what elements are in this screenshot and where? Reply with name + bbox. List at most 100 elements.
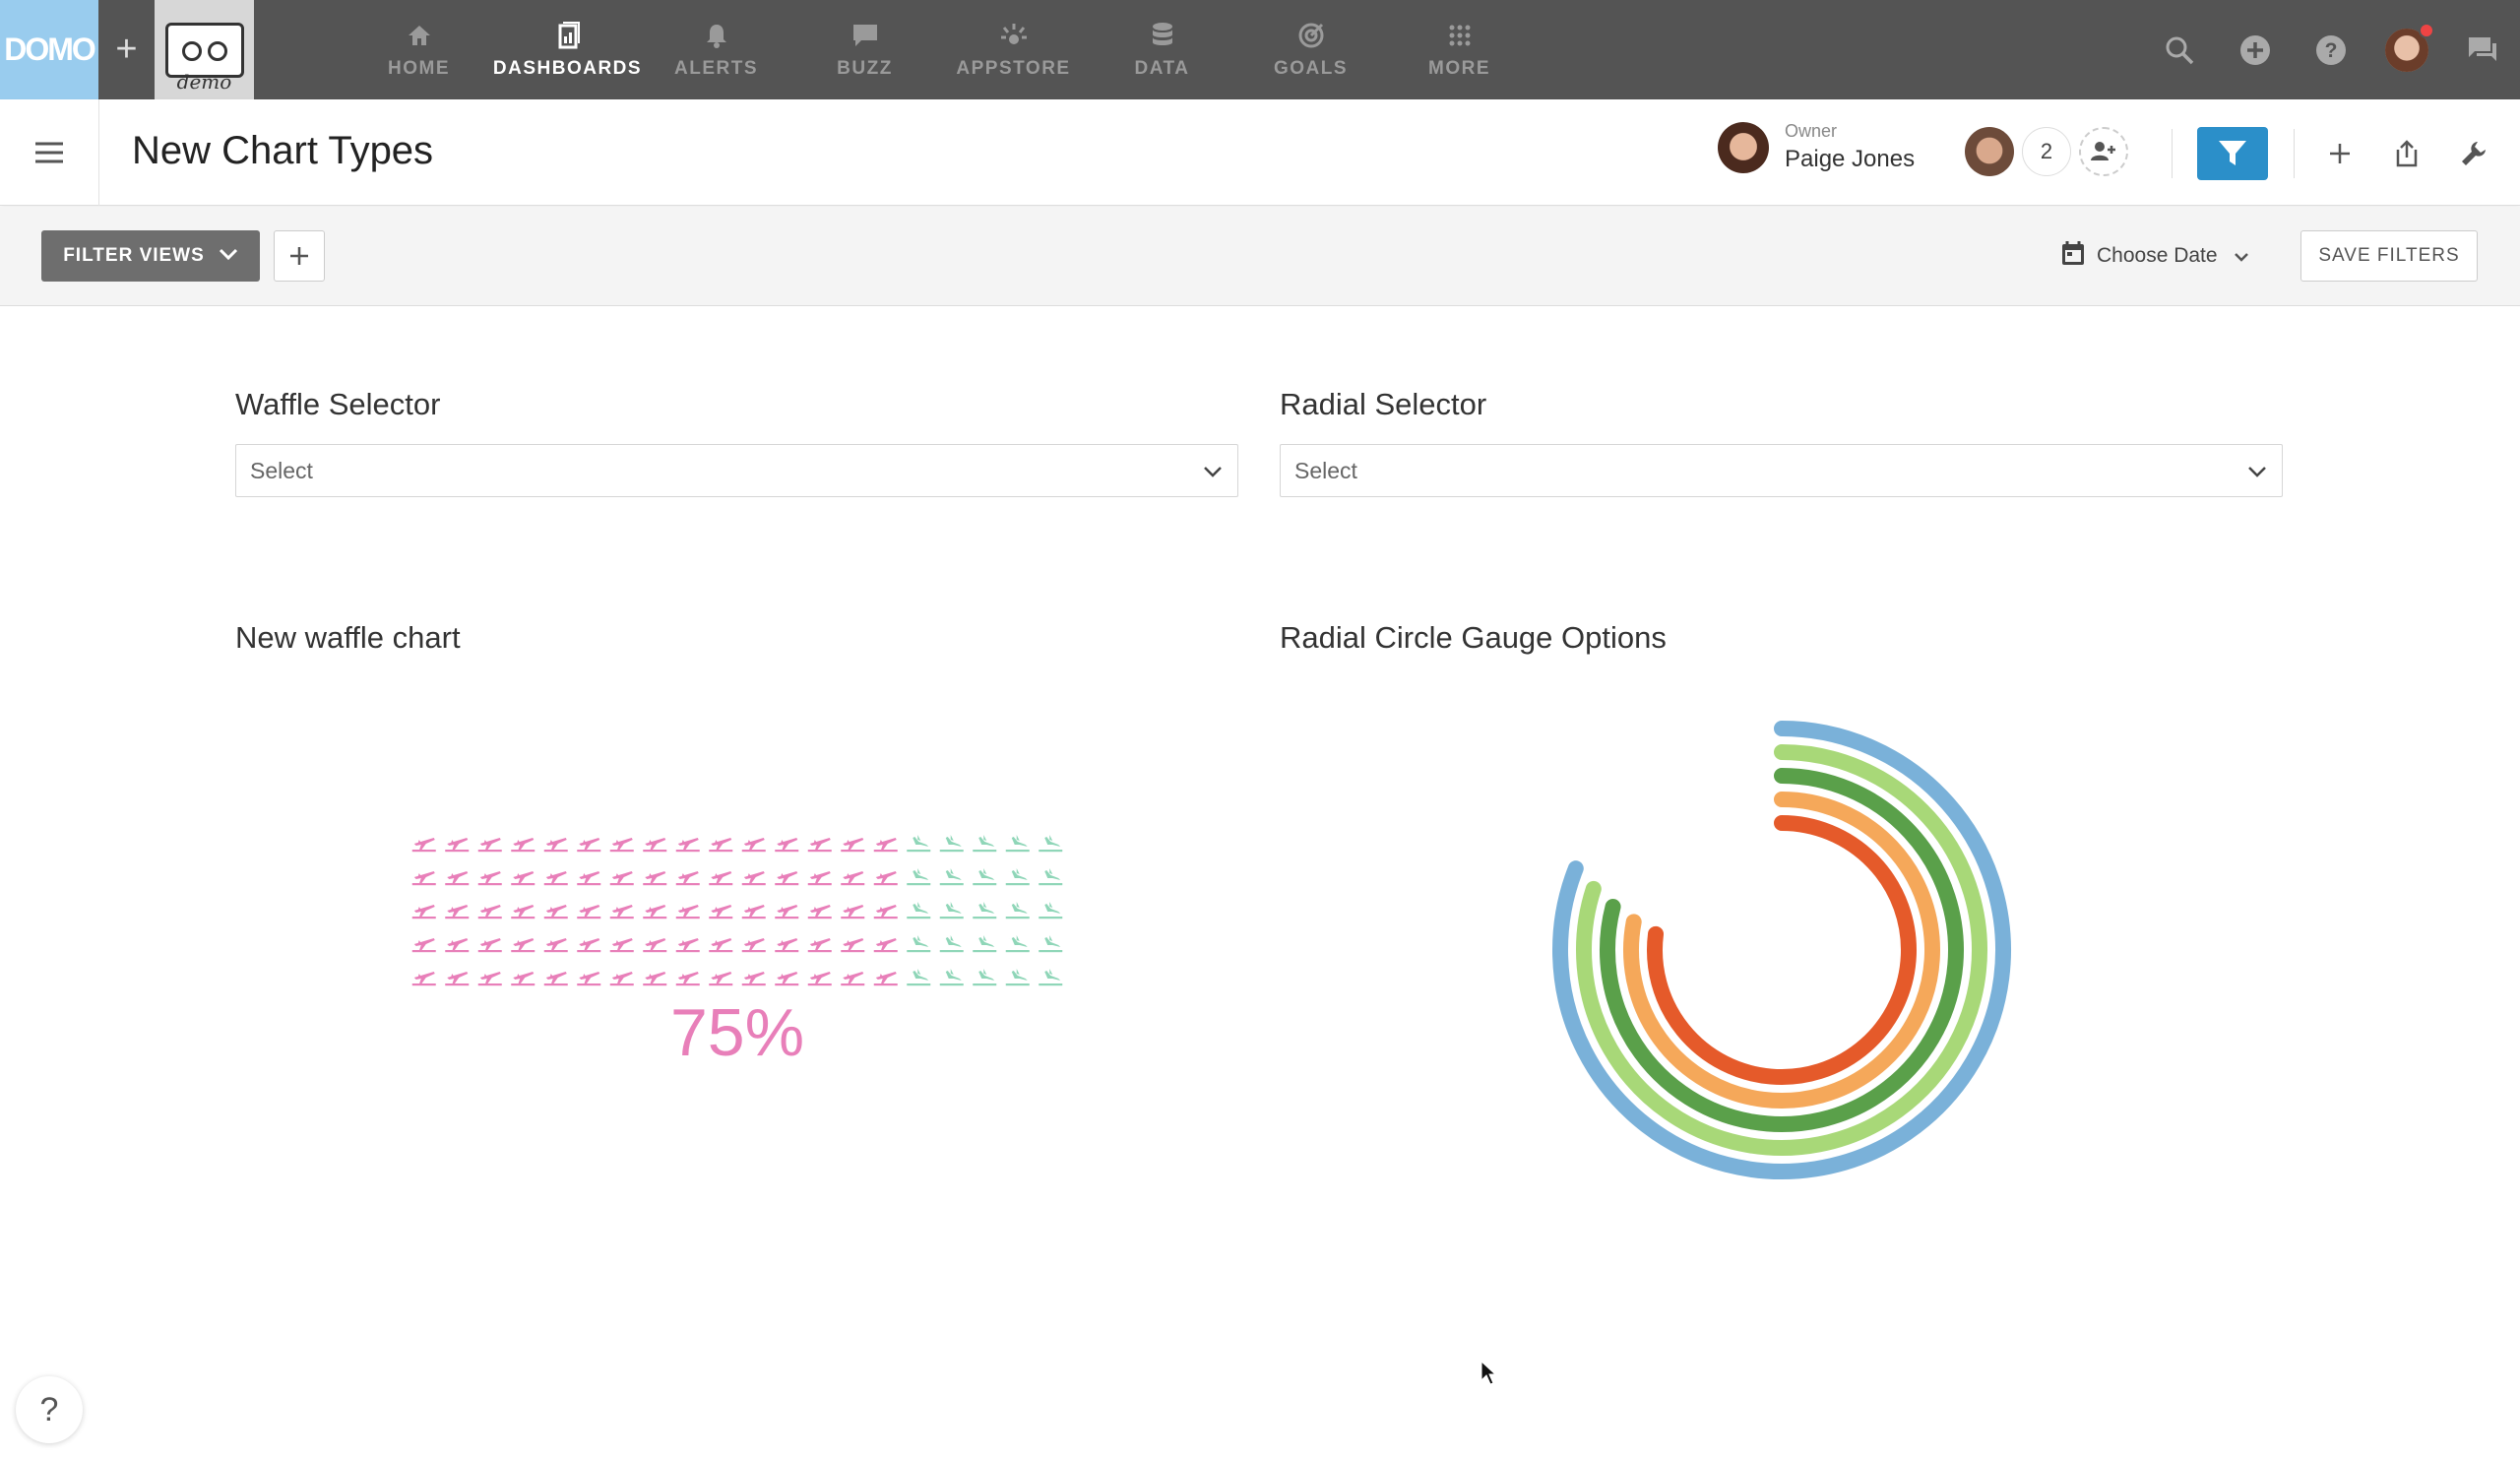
waffle-card-title: New waffle chart xyxy=(235,620,461,655)
brand-logo[interactable]: demo xyxy=(155,0,254,99)
radial-ring-4[interactable] xyxy=(1623,792,1940,1109)
filter-bar: FILTER VIEWS Choose Date SAVE FILTERS xyxy=(0,207,2520,306)
database-icon xyxy=(1152,21,1173,50)
radial-selector-dropdown[interactable]: Select xyxy=(1280,444,2283,497)
waffle-cell-airplane-icon xyxy=(741,972,766,986)
nav-alerts[interactable]: ALERTS xyxy=(642,0,790,99)
add-circle-icon[interactable] xyxy=(2217,0,2293,99)
nav-home[interactable]: HOME xyxy=(345,0,493,99)
waffle-cell-airplane-icon xyxy=(973,902,997,919)
add-filter-button[interactable] xyxy=(274,230,325,282)
waffle-chart[interactable] xyxy=(408,825,1067,992)
waffle-cell-airplane-icon xyxy=(1039,902,1063,919)
shared-users: 2 xyxy=(1965,127,2128,176)
shared-count-badge[interactable]: 2 xyxy=(2022,127,2071,176)
owner-label: Owner xyxy=(1785,121,1838,141)
nav-goals[interactable]: GOALS xyxy=(1236,0,1385,99)
waffle-cell-airplane-icon xyxy=(1039,969,1063,986)
search-icon[interactable] xyxy=(2141,0,2217,99)
waffle-cell-airplane-icon xyxy=(1039,868,1063,886)
waffle-cell-airplane-icon xyxy=(1005,969,1030,986)
save-filters-button[interactable]: SAVE FILTERS xyxy=(2300,230,2478,282)
nav-more[interactable]: MORE xyxy=(1385,0,1534,99)
radial-card-title: Radial Circle Gauge Options xyxy=(1280,620,1667,655)
waffle-cell-airplane-icon xyxy=(511,905,536,919)
waffle-cell-airplane-icon xyxy=(609,838,634,853)
waffle-cell-airplane-icon xyxy=(577,972,601,986)
filter-button[interactable] xyxy=(2197,127,2268,180)
waffle-cell-airplane-icon xyxy=(1005,902,1030,919)
waffle-cell-airplane-icon xyxy=(1005,935,1030,953)
help-icon[interactable]: ? xyxy=(2293,0,2368,99)
shared-user-avatar[interactable] xyxy=(1965,127,2014,176)
nav-appstore[interactable]: APPSTORE xyxy=(939,0,1088,99)
radial-selector-value: Select xyxy=(1294,457,1357,483)
waffle-value-label: 75% xyxy=(669,995,805,1070)
page-title: New Chart Types xyxy=(132,129,434,172)
waffle-selector-label: Waffle Selector xyxy=(235,387,441,421)
waffle-cell-airplane-icon xyxy=(775,838,799,853)
choose-date-dropdown[interactable]: Choose Date xyxy=(2061,230,2249,282)
nav-label: BUZZ xyxy=(837,57,893,79)
waffle-cell-airplane-icon xyxy=(741,905,766,919)
chevron-down-icon xyxy=(219,245,238,267)
waffle-cell-airplane-icon xyxy=(543,972,568,986)
waffle-selector-dropdown[interactable]: Select xyxy=(235,444,1238,497)
chat-icon xyxy=(851,21,879,50)
waffle-cell-airplane-icon xyxy=(511,972,536,986)
radial-gauge-chart[interactable] xyxy=(1516,709,2028,1201)
waffle-cell-airplane-icon xyxy=(873,838,898,853)
waffle-cell-airplane-icon xyxy=(841,905,865,919)
filter-views-button[interactable]: FILTER VIEWS xyxy=(41,230,260,282)
share-icon[interactable] xyxy=(2380,127,2433,180)
radial-ring-2[interactable] xyxy=(1576,744,1987,1156)
add-user-button[interactable] xyxy=(2079,127,2128,176)
waffle-cell-airplane-icon xyxy=(675,972,700,986)
waffle-cell-airplane-icon xyxy=(1005,868,1030,886)
waffle-cell-airplane-icon xyxy=(477,972,502,986)
nav-dashboards[interactable]: DASHBOARDS xyxy=(493,0,642,99)
waffle-cell-airplane-icon xyxy=(973,835,997,853)
waffle-cell-airplane-icon xyxy=(873,972,898,986)
waffle-cell-airplane-icon xyxy=(709,871,733,886)
waffle-cell-airplane-icon xyxy=(873,905,898,919)
menu-icon[interactable] xyxy=(0,99,99,206)
waffle-cell-airplane-icon xyxy=(477,905,502,919)
calendar-icon xyxy=(2061,240,2085,272)
user-avatar[interactable] xyxy=(2368,0,2444,99)
add-icon[interactable]: + xyxy=(98,0,155,99)
chevron-down-icon xyxy=(2246,458,2268,484)
add-card-icon[interactable] xyxy=(2313,127,2366,180)
wrench-icon[interactable] xyxy=(2447,127,2500,180)
waffle-cell-airplane-icon xyxy=(807,838,832,853)
nav-data[interactable]: DATA xyxy=(1088,0,1236,99)
waffle-cell-airplane-icon xyxy=(775,905,799,919)
waffle-cell-airplane-icon xyxy=(445,938,470,953)
waffle-cell-airplane-icon xyxy=(609,972,634,986)
main-nav: HOME DASHBOARDS ALERTS BUZZ APPSTORE DAT… xyxy=(345,0,1534,99)
waffle-cell-airplane-icon xyxy=(807,938,832,953)
waffle-cell-airplane-icon xyxy=(939,835,964,853)
waffle-cell-airplane-icon xyxy=(411,972,436,986)
waffle-cell-airplane-icon xyxy=(577,938,601,953)
nav-buzz[interactable]: BUZZ xyxy=(790,0,939,99)
notification-dot xyxy=(2418,22,2434,38)
owner-name: Paige Jones xyxy=(1785,146,1916,172)
waffle-cell-airplane-icon xyxy=(643,972,667,986)
radial-ring-5[interactable] xyxy=(1647,815,1917,1085)
waffle-cell-airplane-icon xyxy=(973,969,997,986)
messages-icon[interactable] xyxy=(2444,0,2520,99)
nav-label: DATA xyxy=(1134,57,1190,79)
top-nav: DOMO + demo HOME DASHBOARDS ALERTS BUZZ … xyxy=(0,0,2520,99)
waffle-cell-airplane-icon xyxy=(511,871,536,886)
help-button[interactable]: ? xyxy=(16,1376,83,1443)
waffle-cell-airplane-icon xyxy=(907,969,931,986)
waffle-cell-airplane-icon xyxy=(873,938,898,953)
owner-info[interactable]: Owner Paige Jones xyxy=(1718,121,1915,173)
domo-logo[interactable]: DOMO xyxy=(0,0,98,99)
waffle-cell-airplane-icon xyxy=(973,868,997,886)
waffle-cell-airplane-icon xyxy=(477,871,502,886)
nav-label: ALERTS xyxy=(674,57,758,79)
mouse-cursor xyxy=(1480,1360,1497,1391)
waffle-cell-airplane-icon xyxy=(973,935,997,953)
